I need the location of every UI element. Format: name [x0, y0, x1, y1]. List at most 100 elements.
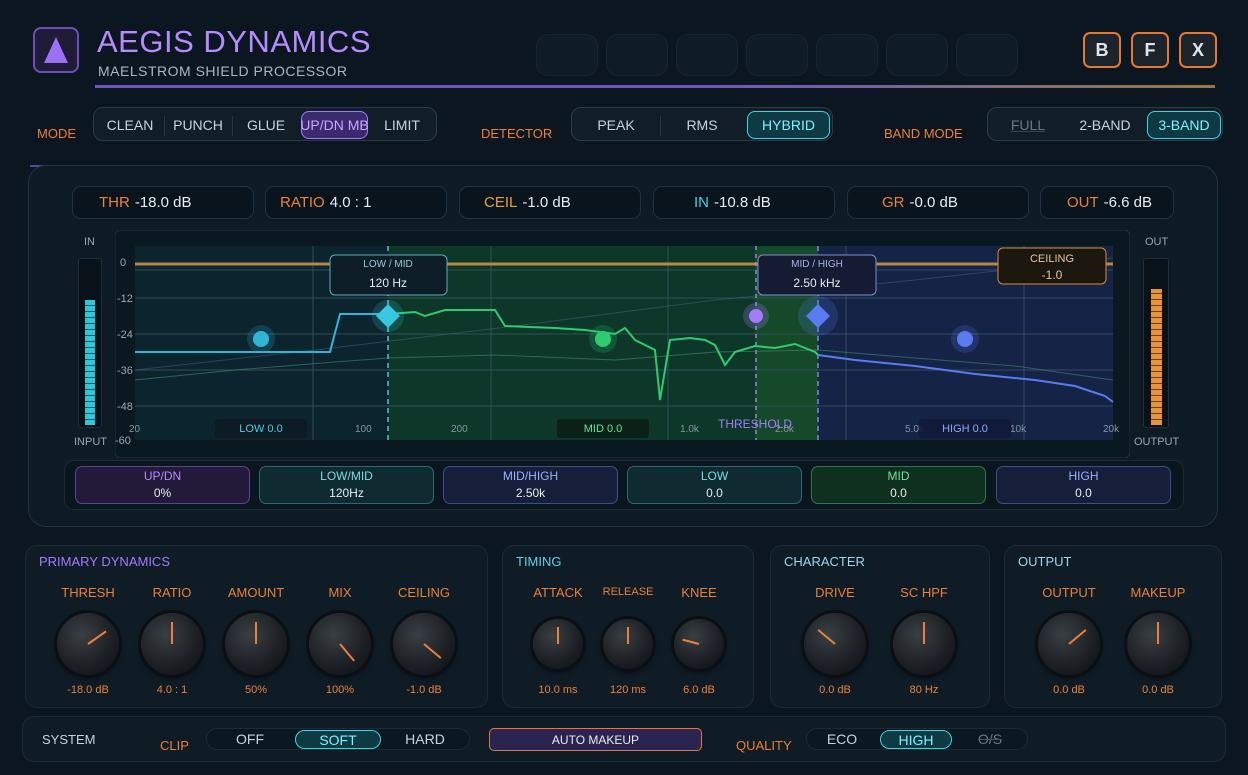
readout-value: 4.0 : 1 — [329, 194, 372, 211]
band-mode-2band[interactable]: 2-BAND — [1068, 111, 1142, 139]
clip-label: CLIP — [160, 738, 189, 753]
mid-band-node — [595, 331, 611, 347]
ceiling-knob[interactable] — [393, 613, 455, 675]
quality-os[interactable]: O/S — [960, 728, 1020, 750]
section-title: TIMING — [516, 554, 562, 569]
input-meter-caption: INPUT — [74, 436, 107, 448]
clip-soft[interactable]: SOFT — [295, 730, 381, 749]
knob-value: 120 ms — [609, 684, 647, 696]
param-value: 0.0 — [1075, 486, 1092, 500]
param-value: 2.50k — [515, 486, 546, 500]
header: AEGIS DYNAMICS MAELSTROM SHIELD PROCESSO… — [0, 0, 1248, 95]
knob-value: 0.0 dB — [819, 684, 851, 696]
y-tick: -24 — [117, 329, 133, 341]
y-tick: -36 — [117, 365, 133, 377]
y-tick: -48 — [117, 401, 133, 413]
clip-hard[interactable]: HARD — [388, 728, 462, 750]
param-value: 0% — [153, 486, 172, 500]
knob-value: -18.0 dB — [67, 684, 109, 696]
knob-label: THRESH — [61, 585, 115, 600]
thresh-knob[interactable] — [57, 613, 119, 675]
knob-value: 50% — [244, 684, 268, 696]
detector-peak[interactable]: PEAK — [576, 111, 656, 139]
param-mid-gain[interactable]: MID 0.0 — [811, 466, 986, 504]
param-value: 0.0 — [890, 486, 907, 500]
clip-off[interactable]: OFF — [214, 728, 286, 750]
knob-label: MAKEUP — [1130, 585, 1186, 600]
logo-triangle-icon — [44, 37, 68, 63]
readout-value: -0.0 dB — [909, 194, 958, 211]
knob-label: RATIO — [152, 585, 192, 600]
divider — [232, 116, 233, 136]
mode-clean[interactable]: CLEAN — [98, 111, 162, 139]
primary-dynamics-section: PRIMARY DYNAMICS THRESH -18.0 dB RATIO 4… — [25, 545, 488, 708]
knee-knob[interactable] — [674, 619, 724, 669]
readout-input: IN -10.8 dB — [653, 186, 835, 219]
knob-label: DRIVE — [815, 585, 855, 600]
param-low-gain[interactable]: LOW 0.0 — [627, 466, 802, 504]
readout-threshold: THR -18.0 dB — [72, 186, 254, 219]
freeze-button[interactable]: F — [1131, 32, 1169, 68]
readout-value: -10.8 dB — [714, 194, 771, 211]
sc-hpf-knob[interactable] — [893, 613, 955, 675]
crossover-mid-high-title: MID / HIGH — [791, 259, 843, 270]
knob-label: SC HPF — [900, 585, 948, 600]
param-updn[interactable]: UP/DN 0% — [75, 466, 250, 504]
knob-value: 80 Hz — [909, 684, 939, 696]
ratio-knob[interactable] — [141, 613, 203, 675]
knob-label: KNEE — [681, 585, 717, 600]
low-band-node — [253, 331, 269, 347]
detector-rms[interactable]: RMS — [662, 111, 742, 139]
crossover-low-mid-value: 120 Hz — [369, 276, 407, 290]
knob-value: 6.0 dB — [683, 684, 715, 696]
param-low-mid-freq[interactable]: LOW/MID 120Hz — [259, 466, 434, 504]
app-title: AEGIS DYNAMICS — [97, 24, 371, 59]
readout-key: IN — [694, 194, 709, 211]
param-title: LOW — [700, 469, 729, 483]
mix-knob[interactable] — [309, 613, 371, 675]
amount-knob[interactable] — [225, 613, 287, 675]
system-label: SYSTEM — [42, 732, 96, 747]
makeup-knob[interactable] — [1127, 613, 1189, 675]
readout-ratio: RATIO 4.0 : 1 — [265, 186, 447, 219]
auto-makeup-button[interactable]: AUTO MAKEUP — [489, 728, 702, 751]
param-title: MID/HIGH — [502, 469, 559, 483]
mode-updn-mb[interactable]: UP/DN MB — [300, 111, 369, 139]
drive-knob[interactable] — [804, 613, 866, 675]
band-mode-full[interactable]: FULL — [992, 111, 1064, 139]
attack-knob[interactable] — [533, 619, 583, 669]
output-meter — [1143, 258, 1169, 428]
param-title: UP/DN — [143, 469, 182, 483]
section-title: OUTPUT — [1018, 554, 1072, 569]
spectrum-graph[interactable]: 0 -12 -24 -36 -48 -60 20 100 200 1.0k 2.… — [115, 230, 1130, 458]
param-title: LOW/MID — [320, 469, 373, 483]
detector-label: DETECTOR — [481, 126, 553, 141]
knob-label: OUTPUT — [1042, 585, 1096, 600]
output-knob[interactable] — [1038, 613, 1100, 675]
release-knob[interactable] — [603, 619, 653, 669]
input-meter-label: IN — [84, 236, 95, 248]
detector-hybrid[interactable]: HYBRID — [747, 111, 830, 139]
ceiling-box-title: CEILING — [1030, 253, 1074, 265]
crossover-low-mid-title: LOW / MID — [363, 259, 412, 270]
mode-limit[interactable]: LIMIT — [370, 111, 434, 139]
divider — [164, 116, 165, 136]
band-label-mid: MID 0.0 — [584, 423, 623, 435]
output-section: OUTPUT OUTPUT 0.0 dB MAKEUP 0.0 dB — [1004, 545, 1222, 708]
mode-punch[interactable]: PUNCH — [166, 111, 230, 139]
quality-eco[interactable]: ECO — [812, 728, 872, 750]
mode-glue[interactable]: GLUE — [234, 111, 298, 139]
quality-label: QUALITY — [736, 738, 792, 753]
readout-value: -1.0 dB — [522, 194, 571, 211]
mode-selector: CLEAN PUNCH GLUE UP/DN MB LIMIT — [93, 107, 437, 141]
band-mode-3band[interactable]: 3-BAND — [1147, 111, 1221, 139]
readout-key: GR — [882, 194, 905, 211]
param-mid-high-freq[interactable]: MID/HIGH 2.50k — [443, 466, 618, 504]
bypass-button[interactable]: B — [1083, 32, 1121, 68]
header-decoration — [606, 34, 668, 76]
close-button[interactable]: X — [1179, 32, 1217, 68]
quality-high[interactable]: HIGH — [880, 730, 952, 749]
header-decoration — [886, 34, 948, 76]
knob-label: MIX — [328, 585, 352, 600]
param-high-gain[interactable]: HIGH 0.0 — [996, 466, 1171, 504]
